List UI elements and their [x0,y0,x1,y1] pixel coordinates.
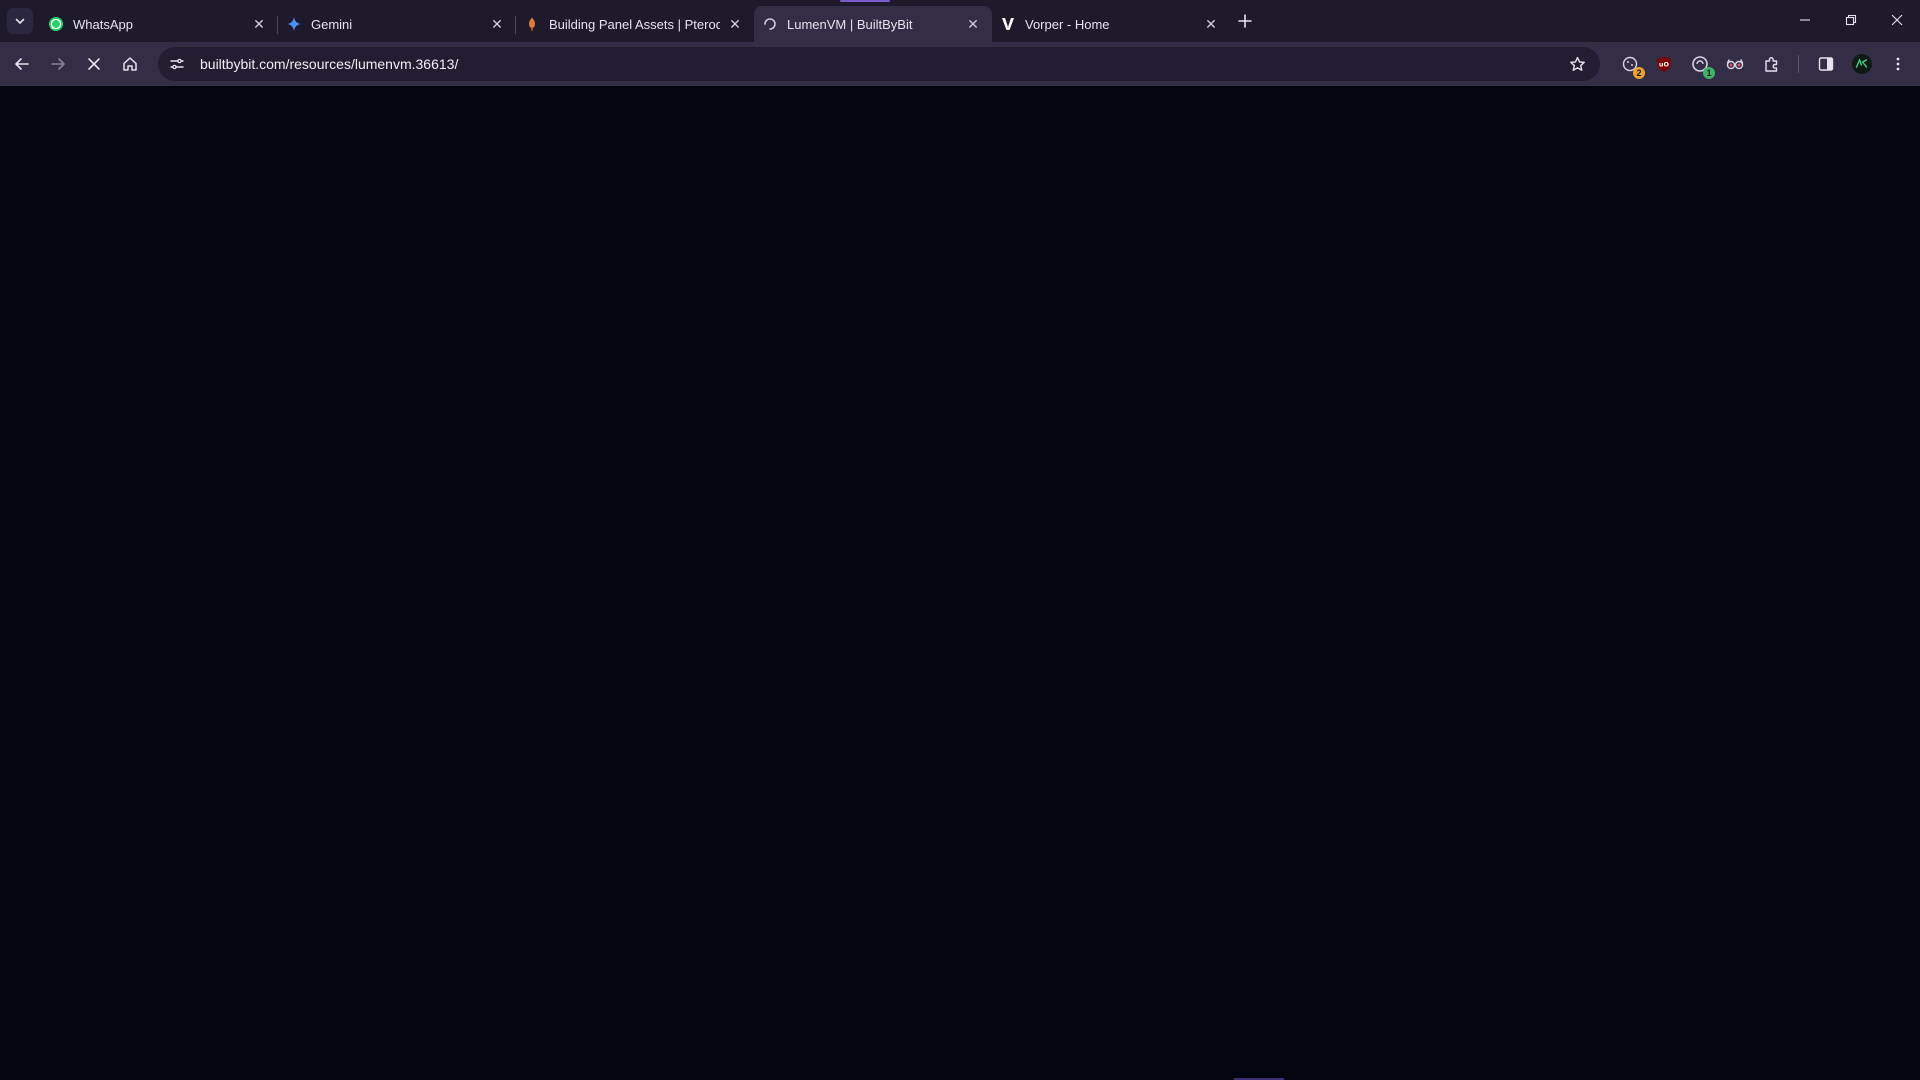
home-icon [123,57,137,71]
close-icon [88,58,100,70]
ublock-origin-icon[interactable]: uO [1651,51,1677,77]
stop-loading-button[interactable] [79,49,109,79]
new-tab-button[interactable] [1232,8,1258,34]
more-options-icon[interactable] [1885,51,1911,77]
tab-title: LumenVM | BuiltByBit [787,16,913,32]
profile-avatar[interactable] [1849,51,1875,77]
active-tab-indicator [840,0,890,2]
svg-text:uO: uO [1659,61,1670,69]
tab-strip: WhatsApp ✕ Gemini ✕ Building Panel Asset… [0,0,1920,42]
close-icon[interactable]: ✕ [964,15,982,33]
site-settings-icon[interactable] [164,51,190,77]
loading-spinner-icon [762,16,778,32]
extension-badge: 1 [1703,67,1715,79]
browser-toolbar: builtbybit.com/resources/lumenvm.36613/ … [0,42,1920,86]
back-button[interactable] [7,49,37,79]
forward-button[interactable] [43,49,73,79]
close-icon[interactable]: ✕ [726,15,744,33]
address-bar[interactable]: builtbybit.com/resources/lumenvm.36613/ [158,47,1600,81]
close-icon[interactable]: ✕ [250,15,268,33]
tab-title: Building Panel Assets | Pterodac [549,16,720,32]
minimize-button[interactable] [1782,0,1828,40]
home-button[interactable] [115,49,145,79]
tab-gemini[interactable]: Gemini ✕ [278,6,516,42]
arrow-right-icon [51,58,65,70]
close-icon [1891,14,1903,26]
tab-title: Vorper - Home [1025,16,1110,32]
tab-title: Gemini [311,16,353,32]
toolbar-divider [1798,55,1799,73]
minimize-icon [1800,19,1810,21]
tab-list: WhatsApp ✕ Gemini ✕ Building Panel Asset… [40,6,1230,42]
arrow-left-icon [15,58,29,70]
tab-vorper[interactable]: Vorper - Home ✕ [992,6,1230,42]
chat-extension-icon[interactable]: 1 [1687,51,1715,79]
plus-icon [1238,14,1252,28]
restore-button[interactable] [1828,0,1874,40]
pterodactyl-icon [524,16,540,32]
chevron-down-icon [15,18,25,24]
tab-lumenvm[interactable]: LumenVM | BuiltByBit ✕ [754,6,992,42]
tab-search-button[interactable] [7,8,33,34]
page-viewport[interactable] [0,86,1920,1080]
tab-building-panel-assets[interactable]: Building Panel Assets | Pterodac ✕ [516,6,754,42]
close-icon[interactable]: ✕ [488,15,506,33]
whatsapp-icon [48,16,64,32]
extension-badge: 2 [1633,67,1645,79]
side-panel-icon[interactable] [1813,51,1839,77]
gemini-icon [286,16,302,32]
glasses-extension-icon[interactable] [1722,51,1748,77]
restore-icon [1845,14,1857,26]
close-icon[interactable]: ✕ [1202,15,1220,33]
window-controls [1782,0,1920,40]
extensions-puzzle-icon[interactable] [1759,51,1785,77]
tab-whatsapp[interactable]: WhatsApp ✕ [40,6,278,42]
browser-window: WhatsApp ✕ Gemini ✕ Building Panel Asset… [0,0,1920,1080]
close-window-button[interactable] [1874,0,1920,40]
bookmark-star-icon[interactable] [1564,51,1590,77]
vorper-logo-icon [1000,16,1016,32]
url-text[interactable]: builtbybit.com/resources/lumenvm.36613/ [200,56,458,72]
cookie-extension-icon[interactable]: 2 [1617,51,1645,79]
tab-title: WhatsApp [73,16,133,32]
